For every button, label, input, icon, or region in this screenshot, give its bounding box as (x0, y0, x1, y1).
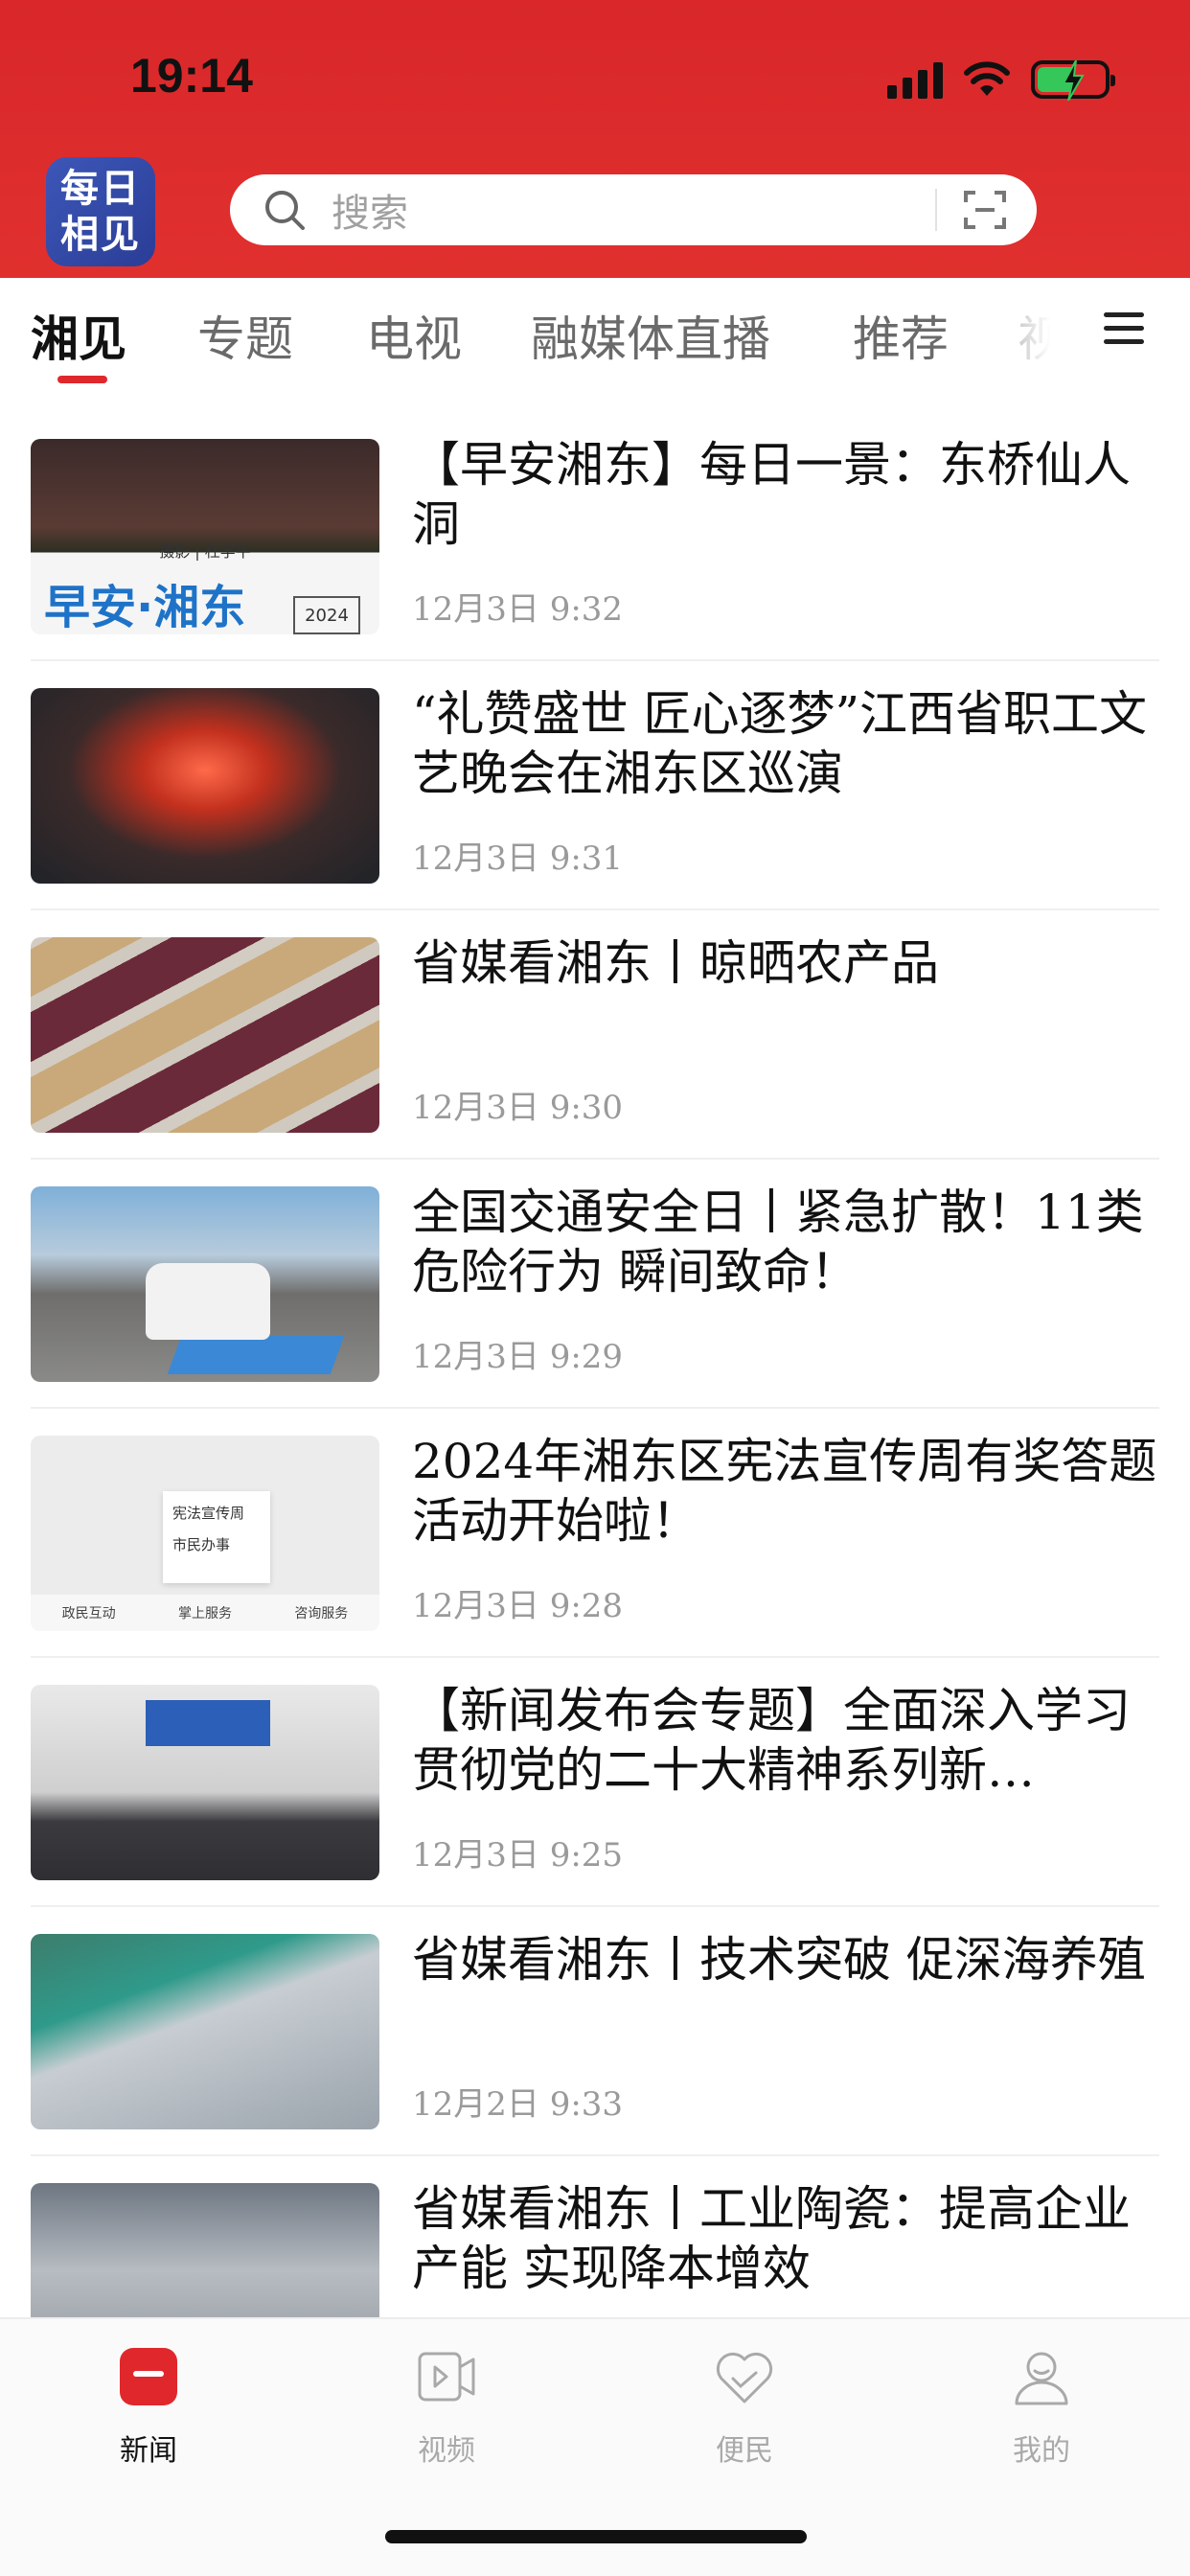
video-icon (418, 2352, 475, 2402)
channel-tabs: 湘见 专题 电视 融媒体直播 推荐 视 (0, 278, 1190, 391)
news-thumbnail (31, 937, 379, 1133)
logo-line-2: 相见 (60, 212, 141, 257)
news-date: 12月3日 9:30 (412, 1089, 624, 1127)
app-logo[interactable]: 每日 相见 (46, 157, 155, 266)
news-date: 12月3日 9:29 (412, 1338, 624, 1376)
news-title[interactable]: 【新闻发布会专题】全面深入学习贯彻党的二十大精神系列新… (412, 1681, 1159, 1800)
thumbnail-year: 2024 (293, 596, 360, 634)
news-date: 12月3日 9:31 (412, 840, 624, 878)
thumbnail-bar-item: 咨询服务 (294, 1606, 349, 1622)
news-title[interactable]: 2024年湘东区宪法宣传周有奖答题活动开始啦！ (412, 1432, 1159, 1551)
thumbnail-menu: 宪法宣传周 市民办事 (163, 1491, 270, 1583)
nav-label: 新闻 (120, 2434, 177, 2468)
news-title[interactable]: 全国交通安全日丨紧急扩散！11类危险行为 瞬间致命！ (412, 1183, 1159, 1301)
news-thumbnail: 摄影 | 杜学平 早安·湘东 2024 (31, 439, 379, 634)
news-title[interactable]: 【早安湘东】每日一景：东桥仙人洞 (412, 435, 1159, 554)
profile-icon (1015, 2352, 1068, 2405)
news-title[interactable]: “礼赞盛世 匠心逐梦”江西省职工文艺晚会在湘东区巡演 (412, 684, 1159, 803)
tab-fade (958, 278, 1073, 391)
thumbnail-headline: 早安·湘东 (44, 581, 246, 634)
nav-news[interactable]: 新闻 (53, 2344, 244, 2469)
news-thumbnail (31, 1685, 379, 1880)
hamburger-menu-icon[interactable] (1102, 307, 1146, 351)
home-indicator (385, 2530, 807, 2543)
news-item[interactable]: 省媒看湘东丨技术突破 促深海养殖 12月2日 9:33 (0, 1907, 1190, 2156)
news-thumbnail (31, 688, 379, 884)
thumbnail-bar-item: 掌上服务 (177, 1606, 232, 1622)
search-icon (265, 191, 305, 230)
news-list: 摄影 | 杜学平 早安·湘东 2024 【早安湘东】每日一景：东桥仙人洞 12月… (0, 412, 1190, 2317)
thumbnail-bar-item: 政民互动 (61, 1606, 116, 1622)
thumbnail-caption: 摄影 | 杜学平 (159, 542, 251, 561)
thumbnail-menu-item: 宪法宣传周 (172, 1505, 245, 1522)
news-item[interactable]: “礼赞盛世 匠心逐梦”江西省职工文艺晚会在湘东区巡演 12月3日 9:31 (0, 661, 1190, 910)
news-title[interactable]: 省媒看湘东丨晾晒农产品 (412, 933, 1159, 993)
app-header: 19:14 每日 相见 搜索 (0, 0, 1190, 278)
nav-services[interactable]: 便民 (649, 2344, 840, 2469)
news-date: 12月3日 9:25 (412, 1836, 624, 1874)
search-divider (935, 189, 937, 231)
nav-label: 我的 (1013, 2434, 1070, 2468)
news-title[interactable]: 省媒看湘东丨工业陶瓷：提高企业产能 实现降本增效 (412, 2179, 1159, 2298)
news-item[interactable]: 摄影 | 杜学平 早安·湘东 2024 【早安湘东】每日一景：东桥仙人洞 12月… (0, 412, 1190, 661)
tab-active-indicator (57, 376, 107, 383)
tab-recommend[interactable]: 推荐 (853, 301, 949, 370)
status-time: 19:14 (130, 49, 253, 103)
nav-profile[interactable]: 我的 (946, 2344, 1137, 2469)
news-item[interactable]: 【新闻发布会专题】全面深入学习贯彻党的二十大精神系列新… 12月3日 9:25 (0, 1658, 1190, 1907)
nav-label: 视频 (418, 2434, 475, 2468)
news-item[interactable]: 省媒看湘东丨晾晒农产品 12月3日 9:30 (0, 910, 1190, 1160)
news-thumbnail (31, 1934, 379, 2129)
tab-tv[interactable]: 电视 (366, 301, 462, 370)
scan-icon[interactable] (962, 187, 1008, 233)
tab-live[interactable]: 融媒体直播 (531, 301, 770, 370)
news-item[interactable]: 宪法宣传周 市民办事 政民互动 掌上服务 咨询服务 2024年湘东区宪法宣传周有… (0, 1409, 1190, 1658)
news-icon (120, 2348, 177, 2405)
news-date: 12月2日 9:33 (412, 2085, 624, 2124)
battery-icon (1031, 60, 1115, 101)
news-thumbnail (31, 1186, 379, 1382)
search-bar[interactable]: 搜索 (230, 174, 1037, 245)
status-icons (887, 56, 1115, 104)
heart-icon (716, 2352, 773, 2404)
news-item[interactable]: 省媒看湘东丨工业陶瓷：提高企业产能 实现降本增效 (0, 2156, 1190, 2317)
cellular-signal-icon (887, 60, 943, 99)
nav-video[interactable]: 视频 (351, 2344, 542, 2469)
news-date: 12月3日 9:32 (412, 590, 624, 629)
news-item[interactable]: 全国交通安全日丨紧急扩散！11类危险行为 瞬间致命！ 12月3日 9:29 (0, 1160, 1190, 1409)
news-date: 12月3日 9:28 (412, 1587, 624, 1625)
search-placeholder[interactable]: 搜索 (332, 182, 935, 238)
news-thumbnail: 宪法宣传周 市民办事 政民互动 掌上服务 咨询服务 (31, 1436, 379, 1631)
tab-topics[interactable]: 专题 (197, 301, 293, 370)
logo-line-1: 每日 (60, 166, 141, 211)
thumbnail-menu-item: 市民办事 (172, 1536, 231, 1553)
news-thumbnail (31, 2183, 379, 2317)
news-title[interactable]: 省媒看湘东丨技术突破 促深海养殖 (412, 1930, 1159, 1990)
wifi-icon (964, 61, 1010, 96)
nav-label: 便民 (716, 2434, 773, 2468)
tab-xiangjian[interactable]: 湘见 (31, 301, 126, 370)
thumbnail-bar: 政民互动 掌上服务 咨询服务 (31, 1595, 379, 1631)
